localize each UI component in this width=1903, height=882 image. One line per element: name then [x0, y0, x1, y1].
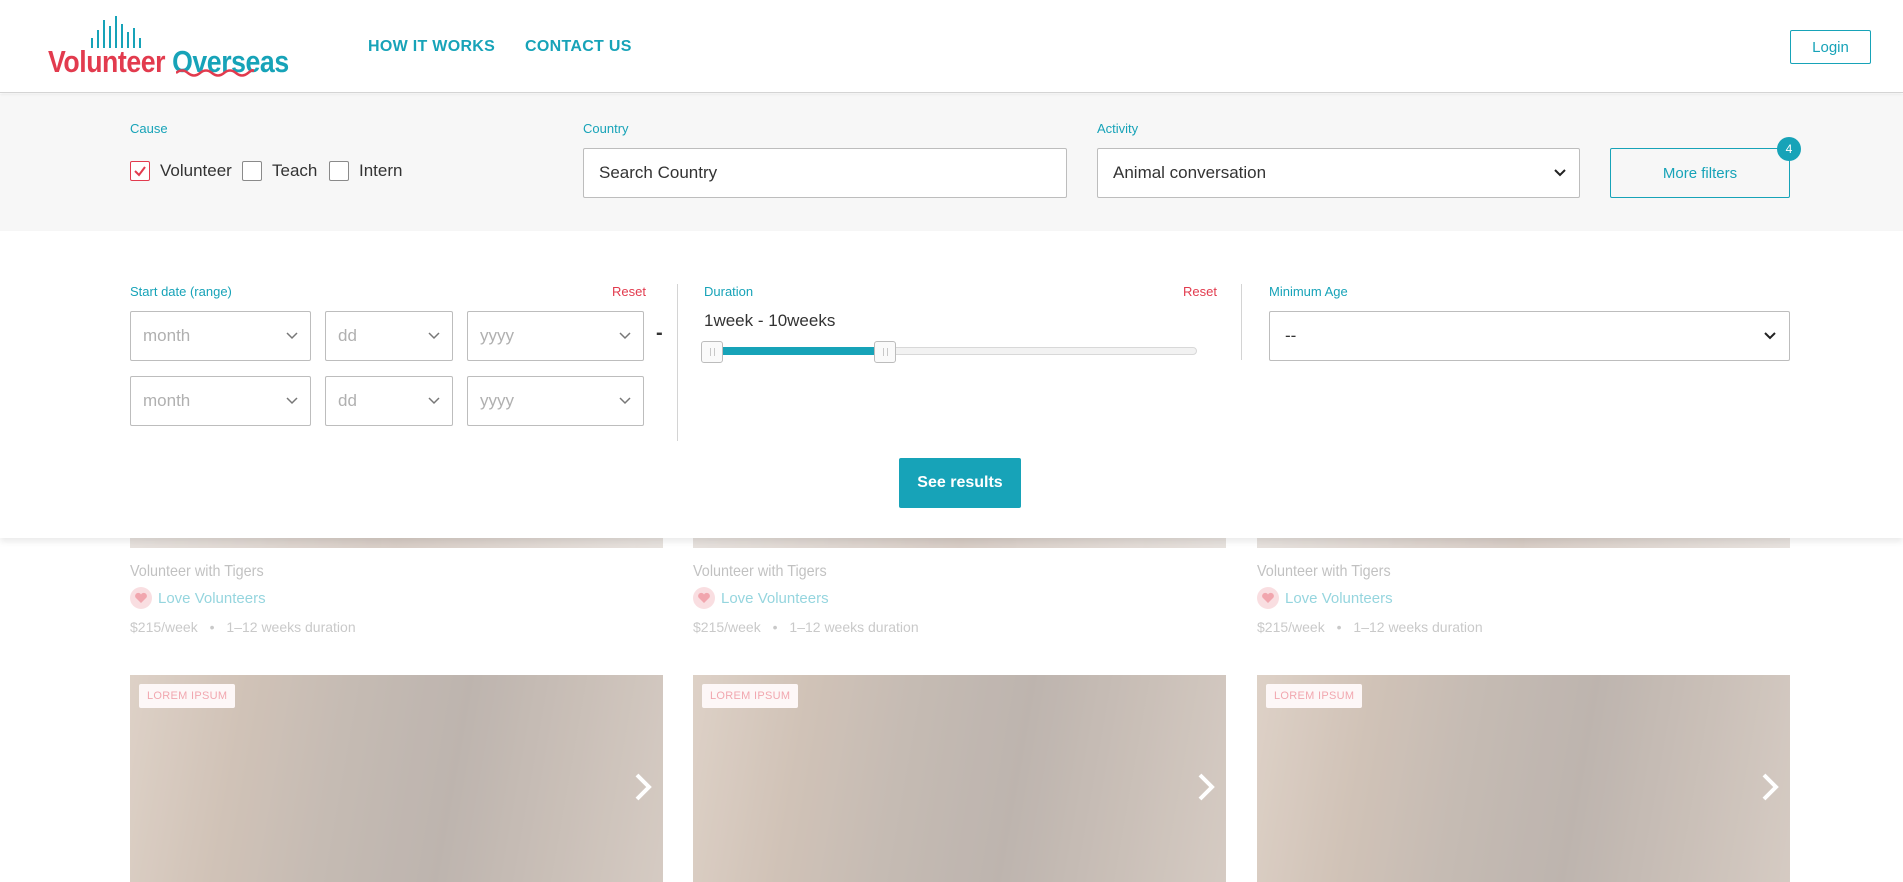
checkbox-volunteer[interactable] — [130, 161, 150, 181]
card-photo[interactable]: LOREM IPSUM — [130, 675, 663, 882]
card-image-strip — [693, 538, 1226, 548]
chevron-down-icon — [619, 397, 631, 405]
end-month-select[interactable]: month — [130, 376, 311, 426]
checkbox-label: Teach — [272, 161, 318, 180]
card-tag: LOREM IPSUM — [139, 684, 236, 708]
min-age-select[interactable]: -- — [1269, 311, 1790, 361]
card-image-strip — [1257, 538, 1790, 548]
heart-logo-icon — [130, 587, 152, 609]
country-placeholder: Search Country — [599, 163, 718, 182]
card-title[interactable]: Volunteer with Tigers — [1257, 563, 1391, 581]
duration-value: 1week - 10weeks — [704, 311, 836, 330]
start-year-select[interactable]: yyyy — [467, 311, 644, 361]
chevron-down-icon — [428, 332, 440, 340]
login-button[interactable]: Login — [1790, 30, 1871, 64]
duration-slider-min-handle[interactable] — [701, 341, 723, 363]
nav-how-it-works[interactable]: HOW IT WORKS — [368, 38, 495, 56]
duration-slider-range — [710, 347, 886, 355]
chevron-down-icon — [619, 332, 631, 340]
country-search-input[interactable]: Search Country — [583, 148, 1067, 198]
meta-bullet: • — [772, 619, 778, 635]
card-meta: $215/week • 1–12 weeks duration — [130, 619, 356, 635]
heart-logo-icon — [1257, 587, 1279, 609]
chevron-down-icon — [1554, 169, 1566, 177]
see-results-button[interactable]: See results — [899, 458, 1021, 508]
card-image-strip — [130, 538, 663, 548]
logo[interactable]: Volunteer Overseas — [48, 14, 289, 80]
divider — [1241, 284, 1242, 360]
cause-option-intern[interactable]: Intern — [329, 161, 402, 181]
start-date-label: Start date (range) — [130, 284, 232, 299]
divider — [677, 284, 678, 441]
card-photo[interactable]: LOREM IPSUM — [1257, 675, 1790, 882]
card-duration: 1–12 weeks duration — [1353, 619, 1483, 635]
card-organization[interactable]: Love Volunteers — [693, 587, 829, 609]
checkbox-label: Volunteer — [160, 161, 232, 180]
card-photo[interactable]: LOREM IPSUM — [693, 675, 1226, 882]
month-placeholder: month — [143, 326, 191, 345]
checkbox-teach[interactable] — [242, 161, 262, 181]
chevron-down-icon — [286, 397, 298, 405]
organization-name: Love Volunteers — [1285, 589, 1393, 607]
country-label: Country — [583, 121, 629, 136]
day-placeholder: dd — [338, 391, 357, 410]
card-price: $215/week — [693, 619, 761, 635]
duration-reset-link[interactable]: Reset — [1183, 284, 1217, 299]
organization-name: Love Volunteers — [721, 589, 829, 607]
start-day-select[interactable]: dd — [325, 311, 453, 361]
chevron-down-icon — [1764, 332, 1776, 340]
year-placeholder: yyyy — [480, 391, 514, 410]
card-organization[interactable]: Love Volunteers — [130, 587, 266, 609]
activity-select[interactable]: Animal conversation — [1097, 148, 1580, 198]
checkbox-intern[interactable] — [329, 161, 349, 181]
activity-label: Activity — [1097, 121, 1139, 136]
day-placeholder: dd — [338, 326, 357, 345]
filter-count-badge: 4 — [1777, 137, 1801, 161]
card-tag: LOREM IPSUM — [702, 684, 799, 708]
card-tag: LOREM IPSUM — [1266, 684, 1363, 708]
activity-value: Animal conversation — [1113, 163, 1267, 182]
duration-slider-max-handle[interactable] — [874, 341, 897, 363]
chevron-right-icon[interactable] — [1194, 771, 1218, 803]
end-year-select[interactable]: yyyy — [467, 376, 644, 426]
chevron-down-icon — [428, 397, 440, 405]
start-month-select[interactable]: month — [130, 311, 311, 361]
min-age-value: -- — [1285, 326, 1297, 345]
logo-wave-icon — [176, 69, 254, 77]
chevron-right-icon[interactable] — [631, 771, 655, 803]
card-duration: 1–12 weeks duration — [789, 619, 919, 635]
min-age-label: Minimum Age — [1269, 284, 1348, 299]
cause-label: Cause — [130, 121, 168, 136]
meta-bullet: • — [209, 619, 215, 635]
chevron-down-icon — [286, 332, 298, 340]
date-range-separator: - — [656, 322, 663, 344]
card-meta: $215/week • 1–12 weeks duration — [1257, 619, 1483, 635]
checkbox-label: Intern — [359, 161, 403, 180]
card-price: $215/week — [130, 619, 198, 635]
more-filters-button[interactable]: More filters — [1610, 148, 1790, 198]
meta-bullet: • — [1336, 619, 1342, 635]
card-title[interactable]: Volunteer with Tigers — [130, 563, 264, 581]
end-day-select[interactable]: dd — [325, 376, 453, 426]
heart-logo-icon — [693, 587, 715, 609]
duration-label: Duration — [704, 284, 754, 299]
card-duration: 1–12 weeks duration — [226, 619, 356, 635]
nav-contact-us[interactable]: CONTACT US — [525, 38, 632, 56]
start-date-reset-link[interactable]: Reset — [612, 284, 646, 299]
site-header: Volunteer Overseas HOW IT WORKS CONTACT … — [0, 0, 1903, 93]
cause-option-volunteer[interactable]: Volunteer — [130, 161, 232, 181]
organization-name: Love Volunteers — [158, 589, 266, 607]
card-meta: $215/week • 1–12 weeks duration — [693, 619, 919, 635]
results-grid: Volunteer with Tigers Love Volunteers $2… — [0, 538, 1903, 882]
card-price: $215/week — [1257, 619, 1325, 635]
month-placeholder: month — [143, 391, 191, 410]
card-title[interactable]: Volunteer with Tigers — [693, 563, 827, 581]
card-organization[interactable]: Love Volunteers — [1257, 587, 1393, 609]
chevron-right-icon[interactable] — [1758, 771, 1782, 803]
year-placeholder: yyyy — [480, 326, 514, 345]
cause-option-teach[interactable]: Teach — [242, 161, 317, 181]
checkmark-icon — [134, 166, 146, 177]
